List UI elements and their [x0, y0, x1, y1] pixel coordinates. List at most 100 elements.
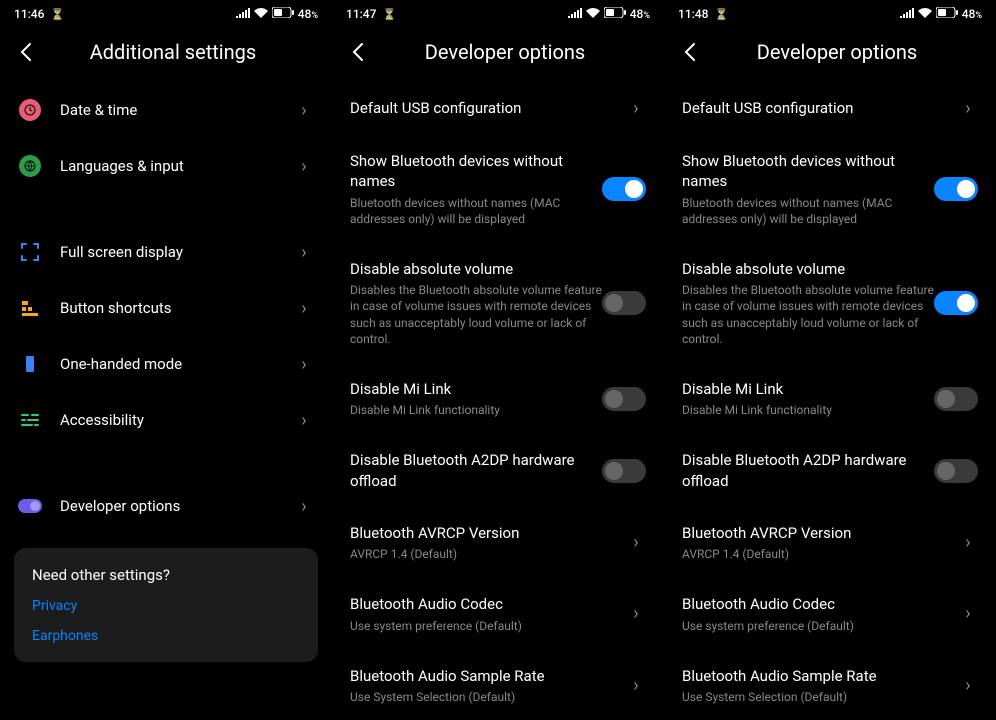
help-link-privacy[interactable]: Privacy	[32, 598, 300, 614]
list-item-devoptions[interactable]: Developer options ›	[0, 478, 332, 534]
list-item-label: Date & time	[60, 100, 294, 120]
list-item-label: Disable absolute volume	[682, 259, 934, 279]
list-item-label: Disable Mi Link	[682, 379, 934, 399]
list-item-disable-absolute-volume[interactable]: Disable absolute volume Disables the Blue…	[332, 243, 664, 363]
list-item-disable-mi-link[interactable]: Disable Mi LinkDisable Mi Link functiona…	[664, 363, 996, 434]
toggle-switch[interactable]	[602, 291, 646, 315]
list-item-onehanded[interactable]: One-handed mode ›	[0, 336, 332, 392]
battery-icon	[604, 7, 626, 21]
devoptions-icon	[18, 494, 42, 518]
chevron-right-icon: ›	[958, 603, 978, 624]
page-title: Additional settings	[58, 40, 288, 64]
list-item-show-bluetooth-devices-without[interactable]: Show Bluetooth devices without namesBlue…	[664, 135, 996, 243]
list-item-accessibility[interactable]: Accessibility ›	[0, 392, 332, 448]
list-item-subtitle: AVRCP 1.4 (Default)	[682, 546, 958, 562]
list-item-date-time[interactable]: Date & time ›	[0, 82, 332, 138]
status-bar: 11:47 ⏳ 48%	[332, 0, 664, 28]
chevron-right-icon: ›	[958, 532, 978, 553]
back-button[interactable]	[678, 40, 702, 64]
back-button[interactable]	[346, 40, 370, 64]
list-item-label: Developer options	[60, 496, 294, 516]
signal-icon	[236, 7, 250, 21]
screen-developer-options-1: 11:47 ⏳ 48% Developer options Default US…	[332, 0, 664, 720]
list-item-fullscreen[interactable]: Full screen display ›	[0, 224, 332, 280]
chevron-right-icon: ›	[294, 354, 314, 375]
list-item-subtitle: Disables the Bluetooth absolute volume f…	[682, 282, 934, 347]
list-item-label: Disable Bluetooth A2DP hardware offload	[682, 450, 934, 491]
list-item-default-usb-configuration[interactable]: Default USB configuration›	[664, 82, 996, 135]
status-time: 11:46	[14, 7, 44, 21]
list-item-disable-bluetooth-a2dp-hardwar[interactable]: Disable Bluetooth A2DP hardware offload	[332, 434, 664, 507]
list-item-label: Accessibility	[60, 410, 294, 430]
list-item-bluetooth-avrcp-version[interactable]: Bluetooth AVRCP Version AVRCP 1.4 (Defaul…	[664, 507, 996, 578]
list-item-label: Full screen display	[60, 242, 294, 262]
list-item-label: Bluetooth Audio Codec	[350, 594, 626, 614]
wifi-icon	[586, 7, 600, 21]
list-item-disable-mi-link[interactable]: Disable Mi Link Disable Mi Link functiona…	[332, 363, 664, 434]
chevron-right-icon: ›	[294, 496, 314, 517]
list-item-default-usb-configuration[interactable]: Default USB configuration›	[332, 82, 664, 135]
help-title: Need other settings?	[32, 566, 300, 584]
toggle-switch[interactable]	[602, 177, 646, 201]
list-item-bluetooth-audio-codec[interactable]: Bluetooth Audio CodecUse system preferen…	[664, 578, 996, 649]
list-item-bluetooth-audio-sample-rate[interactable]: Bluetooth Audio Sample RateUse System Se…	[332, 650, 664, 720]
chevron-right-icon: ›	[958, 675, 978, 696]
globe-icon	[18, 154, 42, 178]
shortcuts-icon	[18, 296, 42, 320]
page-title: Developer options	[722, 40, 952, 64]
clock-icon	[18, 98, 42, 122]
list-item-label: Button shortcuts	[60, 298, 294, 318]
list-item-bluetooth-audio-codec[interactable]: Bluetooth Audio CodecUse system preferen…	[332, 578, 664, 649]
list-item-bluetooth-avrcp-version[interactable]: Bluetooth AVRCP VersionAVRCP 1.4 (Defaul…	[332, 507, 664, 578]
list-item-subtitle: Bluetooth devices without names (MAC add…	[682, 195, 934, 227]
toggle-switch[interactable]	[934, 459, 978, 483]
hourglass-icon: ⏳	[714, 8, 728, 21]
list-item-subtitle: Bluetooth devices without names (MAC add…	[350, 195, 602, 227]
list-item-label: One-handed mode	[60, 354, 294, 374]
list-item-label: Disable Mi Link	[350, 379, 602, 399]
list-item-label: Languages & input	[60, 156, 294, 176]
chevron-right-icon: ›	[626, 603, 646, 624]
list-item-bluetooth-audio-sample-rate[interactable]: Bluetooth Audio Sample RateUse System Se…	[664, 650, 996, 720]
help-card: Need other settings? Privacy Earphones	[14, 548, 318, 662]
back-button[interactable]	[14, 40, 38, 64]
battery-icon	[936, 7, 958, 21]
wifi-icon	[254, 7, 268, 21]
list-item-label: Bluetooth AVRCP Version	[350, 523, 626, 543]
toggle-switch[interactable]	[602, 387, 646, 411]
list-item-subtitle: Disables the Bluetooth absolute volume f…	[350, 282, 602, 347]
help-link-earphones[interactable]: Earphones	[32, 628, 300, 644]
chevron-right-icon: ›	[294, 242, 314, 263]
hourglass-icon: ⏳	[382, 8, 396, 21]
screen-additional-settings: 11:46 ⏳ 48% Additional settings Date & t…	[0, 0, 332, 720]
list-item-show-bluetooth-devices-without[interactable]: Show Bluetooth devices without namesBlue…	[332, 135, 664, 243]
list-item-subtitle: Use System Selection (Default)	[682, 689, 958, 705]
signal-icon	[900, 7, 914, 21]
chevron-right-icon: ›	[294, 100, 314, 121]
chevron-right-icon: ›	[294, 298, 314, 319]
battery-percent: 48%	[298, 7, 318, 21]
list-item-subtitle: Use system preference (Default)	[682, 618, 958, 634]
screen-developer-options-2: 11:48 ⏳ 48% Developer options Default US…	[664, 0, 996, 720]
battery-icon	[272, 7, 294, 21]
list-item-label: Disable Bluetooth A2DP hardware offload	[350, 450, 602, 491]
toggle-switch[interactable]	[934, 387, 978, 411]
toggle-switch[interactable]	[934, 291, 978, 315]
toggle-switch[interactable]	[934, 177, 978, 201]
wifi-icon	[918, 7, 932, 21]
battery-percent: 48%	[962, 7, 982, 21]
list-item-label: Disable absolute volume	[350, 259, 602, 279]
toggle-switch[interactable]	[602, 459, 646, 483]
list-item-label: Bluetooth AVRCP Version	[682, 523, 958, 543]
list-item-shortcuts[interactable]: Button shortcuts ›	[0, 280, 332, 336]
chevron-right-icon: ›	[294, 410, 314, 431]
list-item-subtitle: Use System Selection (Default)	[350, 689, 626, 705]
page-title: Developer options	[390, 40, 620, 64]
list-item-subtitle: Disable Mi Link functionality	[350, 402, 602, 418]
chevron-right-icon: ›	[626, 98, 646, 119]
list-item-disable-absolute-volume[interactable]: Disable absolute volume Disables the Blue…	[664, 243, 996, 363]
list-item-disable-bluetooth-a2dp-hardwar[interactable]: Disable Bluetooth A2DP hardware offload	[664, 434, 996, 507]
chevron-right-icon: ›	[958, 98, 978, 119]
list-item-languages[interactable]: Languages & input ›	[0, 138, 332, 194]
chevron-right-icon: ›	[294, 156, 314, 177]
